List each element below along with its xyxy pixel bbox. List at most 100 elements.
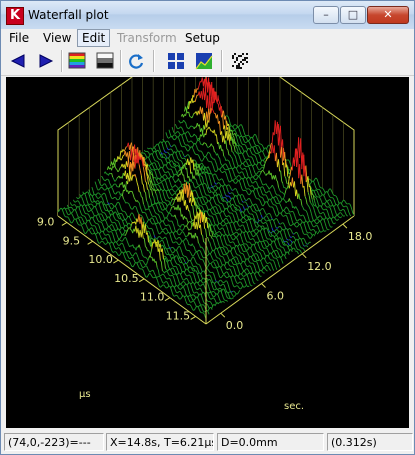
surface-trace-segment [239, 252, 242, 254]
surface-trace-segment [109, 172, 111, 175]
surface-trace-segment [226, 148, 229, 151]
surface-trace-segment [194, 142, 196, 145]
surface-trace-segment [223, 191, 226, 195]
menu-view[interactable]: View [39, 30, 75, 46]
surface-trace-segment [249, 218, 252, 221]
surface-trace-segment [236, 254, 239, 256]
surface-trace-segment [208, 217, 210, 220]
surface-trace-segment [191, 135, 194, 137]
surface-trace-segment [282, 238, 285, 242]
surface-trace-segment [285, 235, 288, 240]
surface-trace-segment [256, 174, 258, 176]
surface-trace-segment [284, 244, 287, 246]
surface-trace-segment [247, 188, 249, 190]
surface-trace-segment [253, 235, 255, 238]
surface-trace-segment [246, 219, 249, 221]
surface-trace-segment [182, 153, 185, 157]
noise-pattern-button[interactable] [229, 50, 251, 72]
surface-trace-segment [254, 253, 257, 255]
surface-trace-segment [254, 145, 257, 148]
surface-trace-segment [224, 253, 226, 256]
surface-trace-segment [323, 209, 326, 211]
surface-trace-segment [265, 157, 267, 159]
surface-trace-segment [277, 256, 280, 258]
grid-view-button[interactable] [165, 50, 187, 72]
surface-trace-segment [248, 216, 251, 218]
surface-trace-segment [208, 145, 211, 148]
maximize-button[interactable]: □ [340, 6, 366, 24]
surface-trace-segment [207, 146, 210, 148]
surface-trace-segment [214, 173, 216, 175]
surface-trace-segment [169, 148, 171, 151]
surface-trace-segment [173, 185, 175, 188]
surface-trace-segment [150, 147, 152, 149]
surface-trace-segment [163, 149, 166, 153]
surface-trace-segment [115, 168, 118, 170]
surface-trace-segment [327, 228, 329, 231]
surface-trace-segment [188, 141, 191, 143]
surface-trace-segment [211, 237, 214, 240]
surface-trace-segment [329, 196, 332, 199]
surface-trace-segment [267, 226, 270, 231]
surface-trace-segment [254, 133, 256, 136]
surface-trace-segment [330, 205, 333, 207]
title-bar[interactable]: K Waterfall plot – □ ✕ [1, 1, 414, 30]
previous-button[interactable] [7, 50, 29, 72]
surface-trace-segment [325, 230, 327, 232]
surface-trace-segment [223, 245, 225, 248]
surface-trace-segment [300, 214, 303, 217]
close-button[interactable]: ✕ [367, 6, 409, 24]
menu-file[interactable]: File [5, 30, 33, 46]
refresh-icon [129, 54, 144, 69]
surface-trace-segment [225, 194, 227, 197]
surface-trace-segment [214, 191, 217, 193]
surface-trace-segment [251, 218, 254, 220]
surface-trace-segment [229, 196, 232, 199]
surface-view-button[interactable] [193, 50, 215, 72]
minimize-button[interactable]: – [313, 6, 339, 24]
waterfall-plot[interactable]: 9.09.510.010.511.011.5µs0.06.012.018.0se… [6, 77, 409, 428]
surface-trace-segment [213, 233, 216, 236]
menu-transform[interactable]: Transform [113, 30, 181, 46]
surface-trace-segment [328, 206, 331, 208]
surface-trace-segment [218, 168, 221, 170]
surface-trace-segment [275, 257, 278, 260]
surface-trace-segment [266, 238, 269, 240]
menu-setup[interactable]: Setup [181, 30, 224, 46]
toolbar-separator [221, 50, 223, 72]
surface-trace-segment [223, 163, 226, 165]
surface-trace-segment [337, 213, 339, 216]
surface-trace-segment [265, 240, 268, 242]
surface-trace-segment [204, 203, 207, 205]
surface-trace-segment [274, 224, 277, 228]
surface-trace-segment [227, 268, 230, 270]
surface-trace-segment [258, 186, 261, 188]
color-palette-button[interactable] [66, 50, 88, 72]
surface-trace-segment [251, 238, 253, 240]
grayscale-palette-button[interactable] [94, 50, 116, 72]
surface-trace-segment [257, 259, 260, 262]
surface-trace-segment [319, 186, 322, 189]
surface-trace-segment [195, 135, 197, 137]
menu-edit[interactable]: Edit [77, 29, 111, 47]
surface-trace-segment [282, 209, 285, 212]
surface-trace-segment [267, 262, 269, 265]
surface-trace-segment [292, 236, 295, 238]
surface-trace-segment [242, 206, 245, 210]
surface-trace-segment [178, 170, 180, 172]
surface-trace-segment [189, 221, 192, 223]
surface-trace-segment [210, 181, 213, 186]
refresh-button[interactable] [125, 50, 147, 72]
surface-trace-segment [180, 122, 182, 124]
surface-trace-segment [232, 263, 235, 266]
surface-trace-segment [290, 224, 292, 227]
waterfall-plot-area[interactable]: 9.0 9.5 10.0 10.5 11.0 11.5 µs 0.0 6.0 12.0 18.0 se… [6, 77, 409, 428]
surface-trace-segment [343, 215, 346, 217]
next-button[interactable] [35, 50, 57, 72]
surface-trace-segment [287, 242, 290, 246]
surface-trace-segment [197, 139, 199, 142]
surface-trace-segment [272, 230, 275, 233]
surface-trace-segment [180, 150, 183, 152]
surface-trace-segment [202, 196, 204, 198]
surface-trace-segment [214, 259, 216, 261]
